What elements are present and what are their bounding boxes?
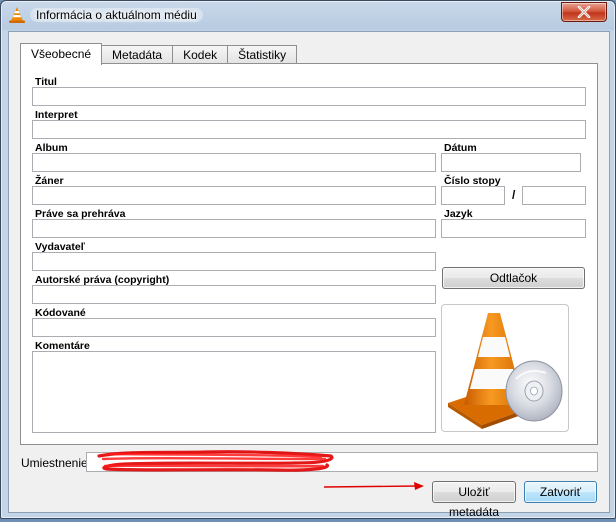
tab-metadata[interactable]: Metadáta xyxy=(101,45,174,64)
track-number-field[interactable] xyxy=(441,186,505,205)
general-tab-panel: Titul Interpret Album Dátum Žáner Číslo … xyxy=(20,63,598,445)
annotation-arrow xyxy=(324,482,424,490)
genre-field[interactable] xyxy=(32,186,436,205)
title-bar[interactable]: Informácia o aktuálnom médiu xyxy=(1,1,615,30)
publisher-field[interactable] xyxy=(32,252,436,271)
media-info-window: Informácia o aktuálnom médiu Všeobecné M… xyxy=(0,0,616,519)
now-playing-field[interactable] xyxy=(32,219,436,238)
close-icon xyxy=(577,6,591,18)
artwork-frame[interactable] xyxy=(441,304,569,432)
encoded-by-field[interactable] xyxy=(32,318,436,337)
close-window-button[interactable] xyxy=(561,2,607,22)
language-field[interactable] xyxy=(441,219,586,238)
redaction-scribble xyxy=(97,450,334,472)
track-total-field[interactable] xyxy=(522,186,586,205)
album-field[interactable] xyxy=(32,153,436,172)
vlc-cone-icon xyxy=(9,7,25,23)
tab-statistics[interactable]: Štatistiky xyxy=(227,45,298,64)
artist-field[interactable] xyxy=(32,120,586,139)
vlc-cone-disc-icon xyxy=(448,313,563,429)
title-field[interactable] xyxy=(32,87,586,106)
tab-general[interactable]: Všeobecné xyxy=(20,43,103,65)
window-title: Informácia o aktuálnom médiu xyxy=(30,8,203,22)
comments-field[interactable] xyxy=(32,351,436,433)
copyright-field[interactable] xyxy=(32,285,436,304)
location-label: Umiestnenie: xyxy=(21,456,92,470)
tab-codec[interactable]: Kodek xyxy=(172,45,229,64)
date-field[interactable] xyxy=(441,153,581,172)
dialog-client-area: Všeobecné Metadáta Kodek Štatistiky Titu… xyxy=(8,31,610,519)
close-button[interactable]: Zatvoriť xyxy=(524,481,597,503)
tab-bar: Všeobecné Metadáta Kodek Štatistiky xyxy=(20,43,298,65)
track-separator: / xyxy=(512,188,516,202)
location-field[interactable] xyxy=(86,450,598,472)
print-button[interactable]: Odtlačok xyxy=(442,267,585,289)
save-metadata-button[interactable]: Uložiť metadáta xyxy=(432,481,516,519)
